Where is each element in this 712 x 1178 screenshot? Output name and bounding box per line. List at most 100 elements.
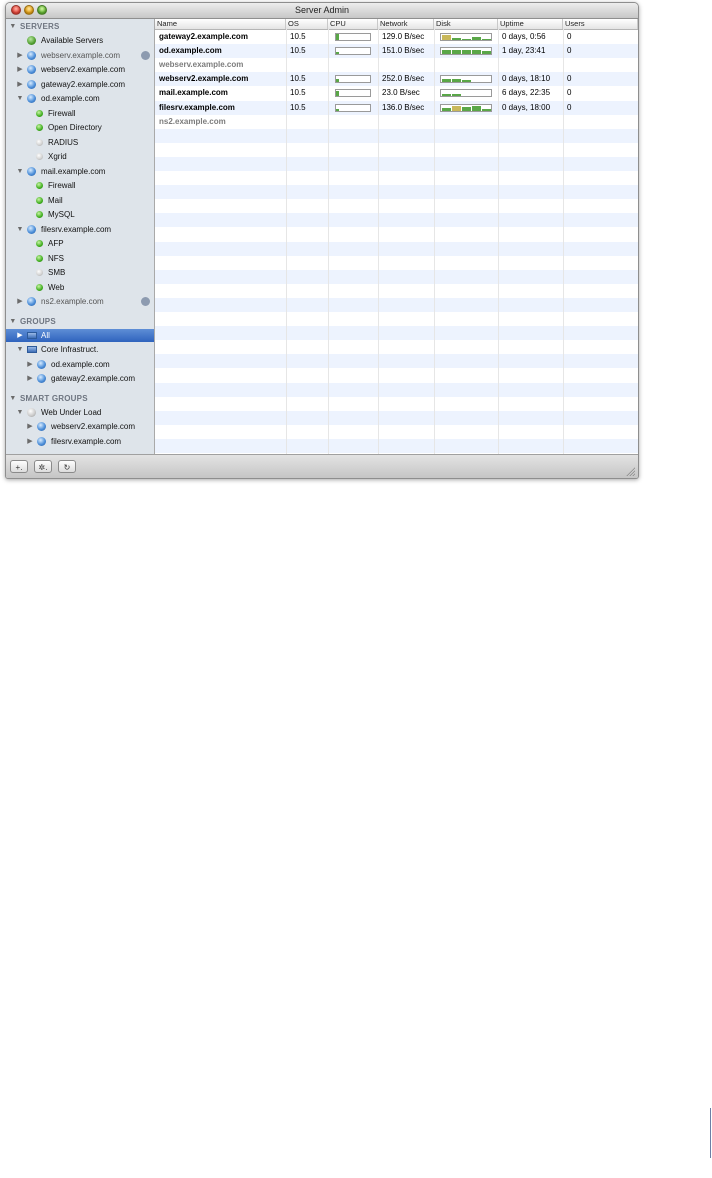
disk-meter-bar (442, 35, 451, 40)
sidebar-section-servers[interactable]: ▼ SERVERS (6, 20, 154, 33)
table-row-background (155, 397, 638, 411)
sidebar-item-xgrid[interactable]: Xgrid (6, 150, 154, 163)
disclosure-expanded-icon[interactable]: ▼ (16, 223, 24, 236)
sidebar-item-label: SMART GROUPS (20, 393, 88, 403)
cell-network: 129.0 B/sec (382, 32, 425, 41)
add-button[interactable]: +. (10, 460, 28, 473)
resize-grip-icon[interactable] (625, 466, 635, 476)
table-row[interactable]: webserv.example.com (155, 58, 638, 72)
disclosure-collapsed-icon[interactable]: ▶ (16, 295, 24, 308)
sidebar-item-filesrv-example-com[interactable]: ▶ filesrv.example.com (6, 435, 154, 448)
disclosure-collapsed-icon[interactable]: ▶ (26, 435, 34, 448)
column-header-disk[interactable]: Disk (434, 19, 498, 29)
disclosure-collapsed-icon[interactable]: ▶ (16, 329, 24, 342)
cell-name: ns2.example.com (159, 116, 226, 126)
disk-meter-bar (462, 39, 471, 40)
cell-name: webserv.example.com (159, 60, 244, 70)
table-row-background (155, 340, 638, 354)
table-row[interactable]: od.example.com 10.5 151.0 B/sec 1 day, 23:4… (155, 44, 638, 58)
disclosure-expanded-icon[interactable]: ▼ (16, 343, 24, 356)
title-bar[interactable]: Server Admin (6, 3, 638, 19)
cpu-meter (335, 75, 371, 84)
disclosure-expanded-icon[interactable]: ▼ (16, 92, 24, 105)
service-running-icon (36, 182, 43, 189)
table-row[interactable]: ns2.example.com (155, 115, 638, 129)
service-running-icon (36, 283, 43, 291)
sidebar-item-od-example-com[interactable]: ▶ od.example.com (6, 358, 154, 371)
sidebar-item-ns2-example-com[interactable]: ▶ ns2.example.com (6, 295, 154, 308)
column-header-os[interactable]: OS (286, 19, 328, 29)
sidebar-item-core-infrastruct[interactable]: ▼ Core Infrastruct. (6, 343, 154, 356)
sidebar-item-afp[interactable]: AFP (6, 237, 154, 250)
cell-name: filesrv.example.com (159, 102, 235, 112)
sidebar-section-smart-groups[interactable]: ▼ SMART GROUPS (6, 392, 154, 405)
cell-os: 10.5 (290, 46, 306, 56)
sidebar-item-mysql[interactable]: MySQL (6, 208, 154, 221)
cpu-meter-fill (336, 91, 339, 97)
table-row[interactable]: gateway2.example.com 10.5 129.0 B/sec 0 day… (155, 30, 638, 44)
cell-network: 136.0 B/sec (382, 102, 425, 112)
disclosure-expanded-icon[interactable]: ▼ (16, 406, 24, 419)
column-header-cpu[interactable]: CPU (328, 19, 378, 29)
sidebar-item-web[interactable]: Web (6, 281, 154, 294)
sidebar-item-all[interactable]: ▶ All (6, 328, 154, 342)
sidebar-item-mail[interactable]: Mail (6, 194, 154, 207)
status-badge-icon (141, 50, 150, 60)
cell-uptime: 1 day, 23:41 (502, 46, 546, 56)
sidebar-item-smb[interactable]: SMB (6, 266, 154, 279)
disclosure-collapsed-icon[interactable]: ▶ (26, 358, 34, 371)
server-icon (27, 297, 36, 306)
disclosure-collapsed-icon[interactable]: ▶ (16, 78, 24, 91)
sidebar-item-available-servers[interactable]: Available Servers (6, 34, 154, 47)
service-running-icon (36, 109, 43, 117)
table-row[interactable]: webserv2.example.com 10.5 252.0 B/sec 0 day… (155, 72, 638, 86)
sidebar-item-label: mail.example.com (41, 166, 106, 176)
disclosure-expanded-icon[interactable]: ▼ (9, 315, 17, 328)
sidebar-item-webserv-example-com[interactable]: ▶ webserv.example.com (6, 49, 154, 62)
table-row-background (155, 227, 638, 241)
sidebar-item-mail-example-com[interactable]: ▼ mail.example.com (6, 165, 154, 178)
sidebar-item-gateway2-example-com[interactable]: ▶ gateway2.example.com (6, 372, 154, 385)
disclosure-collapsed-icon[interactable]: ▶ (26, 372, 34, 385)
sidebar-item-label: RADIUS (48, 137, 79, 147)
cpu-meter-fill (336, 108, 339, 111)
sidebar-item-webserv2-example-com[interactable]: ▶ webserv2.example.com (6, 420, 154, 433)
disclosure-collapsed-icon[interactable]: ▶ (16, 49, 24, 62)
sidebar-item-nfs[interactable]: NFS (6, 252, 154, 265)
column-header-network[interactable]: Network (378, 19, 434, 29)
server-icon (37, 374, 46, 383)
disclosure-collapsed-icon[interactable]: ▶ (16, 63, 24, 76)
cell-users: 0 (567, 88, 572, 98)
table-row[interactable]: filesrv.example.com 10.5 136.0 B/sec 0 days… (155, 101, 638, 115)
disclosure-collapsed-icon[interactable]: ▶ (26, 420, 34, 433)
table-row[interactable]: mail.example.com 10.5 23.0 B/sec 6 days, 22… (155, 86, 638, 100)
disclosure-expanded-icon[interactable]: ▼ (16, 165, 24, 178)
status-badge-icon (141, 297, 150, 306)
column-header-uptime[interactable]: Uptime (498, 19, 563, 29)
action-gear-button[interactable]: ✲. (34, 460, 52, 473)
sidebar-item-filesrv-example-com[interactable]: ▼ filesrv.example.com (6, 223, 154, 236)
column-header-name[interactable]: Name (155, 19, 286, 29)
table-row-background (155, 143, 638, 157)
sidebar-item-firewall[interactable]: Firewall (6, 107, 154, 120)
refresh-button[interactable]: ↻ (58, 460, 76, 473)
sidebar-item-open-directory[interactable]: Open Directory (6, 121, 154, 134)
disclosure-expanded-icon[interactable]: ▼ (9, 392, 17, 405)
service-stopped-icon (36, 153, 43, 160)
sidebar-item-radius[interactable]: RADIUS (6, 136, 154, 149)
sidebar-item-gateway2-example-com[interactable]: ▶ gateway2.example.com (6, 78, 154, 91)
sidebar-item-firewall[interactable]: Firewall (6, 179, 154, 192)
sidebar-item-label: NFS (48, 253, 64, 263)
sidebar-item-label: webserv2.example.com (51, 422, 136, 431)
sidebar-item-web-under-load[interactable]: ▼ Web Under Load (6, 406, 154, 419)
sidebar-item-webserv2-example-com[interactable]: ▶ webserv2.example.com (6, 63, 154, 76)
sidebar-item-label: Firewall (48, 181, 76, 190)
sidebar-item-od-example-com[interactable]: ▼ od.example.com (6, 92, 154, 105)
cpu-meter (335, 33, 371, 41)
disk-meter-bar (462, 50, 471, 55)
sidebar-section-groups[interactable]: ▼ GROUPS (6, 315, 154, 328)
column-header-users[interactable]: Users (563, 19, 638, 29)
sidebar-item-label: filesrv.example.com (41, 224, 112, 234)
disclosure-expanded-icon[interactable]: ▼ (9, 20, 17, 33)
service-running-icon (36, 124, 43, 131)
